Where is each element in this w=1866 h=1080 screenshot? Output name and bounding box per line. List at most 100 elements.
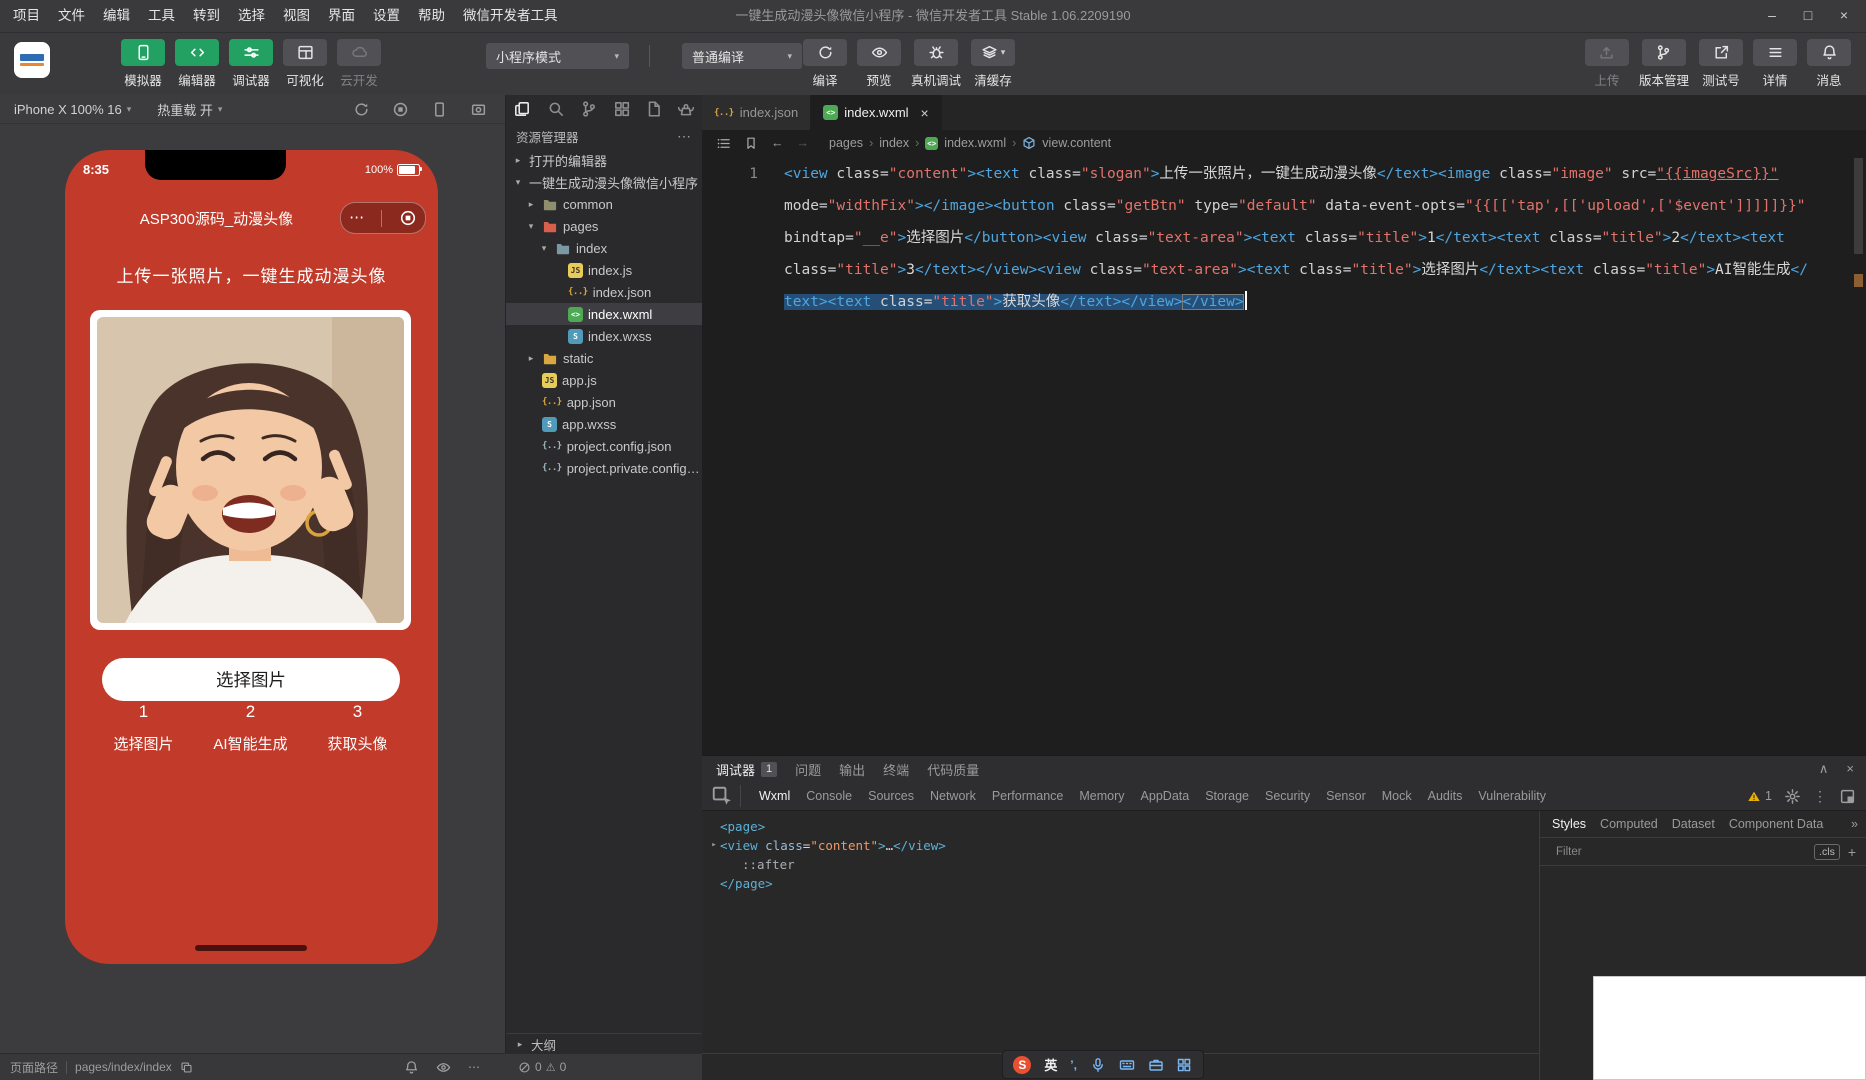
menu-选择[interactable]: 选择 xyxy=(229,0,274,32)
outline-section[interactable]: ▸ 大纲 xyxy=(506,1033,702,1054)
action-button-真机调试[interactable] xyxy=(914,39,958,66)
styles-tab-Styles[interactable]: Styles xyxy=(1552,817,1586,831)
devtools-tab-Network[interactable]: Network xyxy=(930,789,976,803)
devtools-tab-Sources[interactable]: Sources xyxy=(868,789,914,803)
menu-界面[interactable]: 界面 xyxy=(319,0,364,32)
theme-icon[interactable] xyxy=(677,100,695,118)
close-icon[interactable]: × xyxy=(1826,0,1862,30)
overflow-chevron-icon[interactable]: » xyxy=(1851,817,1858,831)
devtools-tab-AppData[interactable]: AppData xyxy=(1141,789,1190,803)
tree-item-project.private.config.js...[interactable]: {..}project.private.config.js... xyxy=(506,457,702,479)
close-icon[interactable]: × xyxy=(921,105,929,121)
new-style-rule-icon[interactable]: + xyxy=(1848,844,1856,860)
more-actions-icon[interactable]: ⋯ xyxy=(677,128,692,145)
record-icon[interactable] xyxy=(392,101,409,118)
file-icon[interactable] xyxy=(645,100,663,118)
code-line[interactable]: mode="widthFix"></image><button class="g… xyxy=(784,190,1808,222)
mode-select[interactable]: 小程序模式 ▾ xyxy=(486,43,629,69)
maximize-icon[interactable]: □ xyxy=(1790,0,1826,30)
close-icon[interactable]: × xyxy=(1846,761,1854,777)
action-button-预览[interactable] xyxy=(857,39,901,66)
ime-punctuation[interactable]: ’, xyxy=(1070,1058,1077,1072)
ime-toolbar[interactable]: S 英 ’, xyxy=(1002,1050,1204,1079)
bookmark-icon[interactable] xyxy=(744,136,758,150)
devtools-tab-Console[interactable]: Console xyxy=(806,789,852,803)
styles-tab-Component Data[interactable]: Component Data xyxy=(1729,817,1824,831)
minimize-icon[interactable]: – xyxy=(1754,0,1790,30)
ime-grid-icon[interactable] xyxy=(1176,1057,1192,1073)
element-node[interactable]: ::after xyxy=(708,855,1539,874)
tool-button-详情[interactable] xyxy=(1753,39,1797,66)
menu-文件[interactable]: 文件 xyxy=(49,0,94,32)
tool-button-测试号[interactable] xyxy=(1699,39,1743,66)
sogou-logo-icon[interactable]: S xyxy=(1013,1056,1031,1074)
tree-item-pages[interactable]: ▾pages xyxy=(506,215,702,237)
keyboard-icon[interactable] xyxy=(1119,1057,1135,1073)
path-label[interactable]: 页面路径 xyxy=(10,1059,58,1076)
menu-编辑[interactable]: 编辑 xyxy=(94,0,139,32)
wechat-capsule[interactable]: ⋯ xyxy=(340,202,426,234)
devtools-tab-Storage[interactable]: Storage xyxy=(1205,789,1249,803)
action-button-编译[interactable] xyxy=(803,39,847,66)
screenshot-icon[interactable] xyxy=(470,101,487,118)
code-line[interactable]: <view class="content"><text class="sloga… xyxy=(784,158,1808,190)
tab-index.wxml[interactable]: <>index.wxml× xyxy=(811,95,941,130)
styles-tab-Computed[interactable]: Computed xyxy=(1600,817,1658,831)
tree-item-index.wxss[interactable]: Sindex.wxss xyxy=(506,325,702,347)
tool-button-模拟器[interactable] xyxy=(121,39,165,66)
devtools-tab-Security[interactable]: Security xyxy=(1265,789,1310,803)
kebab-menu-icon[interactable]: ⋮ xyxy=(1813,788,1827,805)
tree-item-一键生成动漫头像微信小程序[interactable]: ▾一键生成动漫头像微信小程序 xyxy=(506,171,702,193)
action-button-清缓存[interactable]: ▾ xyxy=(971,39,1015,66)
preview-eye-icon[interactable] xyxy=(436,1060,451,1075)
tree-item-static[interactable]: ▸static xyxy=(506,347,702,369)
devtools-tab-Memory[interactable]: Memory xyxy=(1079,789,1124,803)
breadcrumb-pages[interactable]: pages xyxy=(829,136,863,150)
code-line[interactable]: class="title">3</text></view><view class… xyxy=(784,254,1808,286)
menu-工具[interactable]: 工具 xyxy=(139,0,184,32)
devtools-tab-Vulnerability[interactable]: Vulnerability xyxy=(1478,789,1546,803)
code-editor[interactable]: 1 <view class="content"><text class="slo… xyxy=(702,156,1866,755)
devtools-tab-Mock[interactable]: Mock xyxy=(1382,789,1412,803)
choose-image-button[interactable]: 选择图片 xyxy=(102,658,400,701)
toolbox-icon[interactable] xyxy=(1148,1057,1164,1073)
menu-项目[interactable]: 项目 xyxy=(4,0,49,32)
debugger-tab-问题[interactable]: 问题 xyxy=(795,760,821,779)
tree-item-project.config.json[interactable]: {..}project.config.json xyxy=(506,435,702,457)
tab-index.json[interactable]: {..}index.json xyxy=(702,95,811,130)
tool-button-云开发[interactable] xyxy=(337,39,381,66)
tree-item-app.json[interactable]: {..}app.json xyxy=(506,391,702,413)
tree-item-app.js[interactable]: JSapp.js xyxy=(506,369,702,391)
notifications-icon[interactable] xyxy=(404,1060,419,1075)
editor-layout-icon[interactable] xyxy=(613,100,631,118)
filter-input[interactable]: Filter xyxy=(1550,843,1806,860)
menu-帮助[interactable]: 帮助 xyxy=(409,0,454,32)
element-node[interactable]: <page> xyxy=(708,817,1539,836)
home-icon[interactable] xyxy=(399,209,417,227)
tool-button-编辑器[interactable] xyxy=(175,39,219,66)
devtools-tab-Wxml[interactable]: Wxml xyxy=(759,789,790,803)
tree-item-app.wxss[interactable]: Sapp.wxss xyxy=(506,413,702,435)
tool-button-版本管理[interactable] xyxy=(1642,39,1686,66)
element-node[interactable]: </page> xyxy=(708,874,1539,893)
tool-button-调试器[interactable] xyxy=(229,39,273,66)
devtools-tab-Audits[interactable]: Audits xyxy=(1428,789,1463,803)
microphone-icon[interactable] xyxy=(1090,1057,1106,1073)
menu-设置[interactable]: 设置 xyxy=(364,0,409,32)
tree-item-index.wxml[interactable]: <>index.wxml xyxy=(506,303,702,325)
gear-icon[interactable] xyxy=(1784,788,1801,805)
breadcrumb-view.content[interactable]: view.content xyxy=(1042,136,1111,150)
device-select[interactable]: iPhone X 100% 16 ▾ xyxy=(14,102,131,117)
tool-button-消息[interactable] xyxy=(1807,39,1851,66)
warning-counter[interactable]: 1 xyxy=(1747,789,1772,803)
menu-微信开发者工具[interactable]: 微信开发者工具 xyxy=(454,0,567,32)
tree-item-index[interactable]: ▾index xyxy=(506,237,702,259)
problems-counter[interactable]: 0 ⚠ 0 xyxy=(518,1060,566,1074)
hot-reload-select[interactable]: 热重载 开 ▾ xyxy=(157,100,222,119)
inspect-element-icon[interactable] xyxy=(710,785,741,807)
breadcrumb-index.wxml[interactable]: index.wxml xyxy=(944,136,1006,150)
debugger-tab-调试器[interactable]: 调试器 xyxy=(716,760,755,779)
styles-tab-Dataset[interactable]: Dataset xyxy=(1672,817,1715,831)
breadcrumb-index[interactable]: index xyxy=(879,136,909,150)
compile-select[interactable]: 普通编译 ▾ xyxy=(682,43,802,69)
